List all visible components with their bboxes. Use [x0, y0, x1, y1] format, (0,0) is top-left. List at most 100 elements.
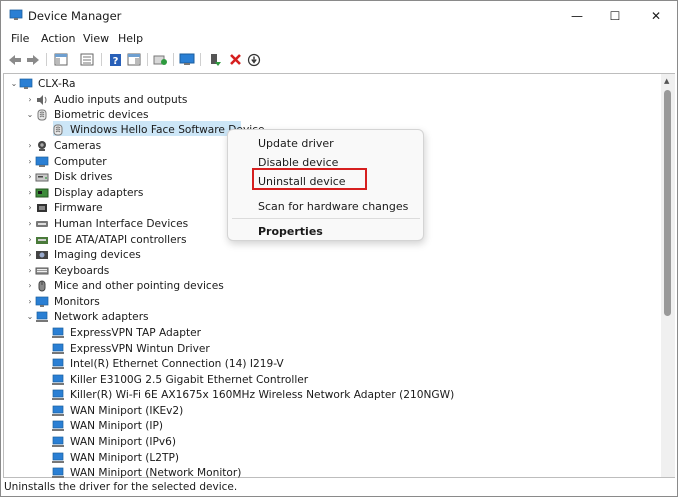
biometric-device-icon	[53, 124, 63, 136]
chevron-down-icon[interactable]: ⌄	[25, 312, 35, 321]
toolbar-separator	[46, 53, 47, 66]
action-pane-icon[interactable]	[126, 52, 142, 67]
toolbar-separator	[147, 53, 148, 66]
toolbar-separator	[101, 53, 102, 66]
update-driver-icon[interactable]	[179, 52, 195, 67]
status-bar: Uninstalls the driver for the selected d…	[1, 479, 677, 496]
toolbar: ?	[1, 50, 677, 70]
scan-hardware-icon[interactable]	[152, 52, 168, 67]
tree-category-node[interactable]: › Imaging devices	[25, 247, 141, 263]
menu-item-scan-hardware[interactable]: Scan for hardware changes	[258, 200, 408, 213]
tree-category-node[interactable]: › Disk drives	[25, 169, 112, 185]
tree-device-node[interactable]: WAN Miniport (IKEv2)	[41, 403, 183, 419]
tree-device-node[interactable]: ExpressVPN Wintun Driver	[41, 341, 210, 357]
tree-category-node[interactable]: › IDE ATA/ATAPI controllers	[25, 232, 186, 248]
tree-category-node[interactable]: › Keyboards	[25, 263, 109, 279]
forward-icon[interactable]	[25, 52, 41, 67]
uninstall-device-icon[interactable]	[227, 52, 243, 67]
window-title: Device Manager	[28, 9, 122, 23]
chevron-right-icon[interactable]: ›	[25, 95, 35, 104]
scroll-up-arrow-icon[interactable]: ▲	[664, 77, 669, 85]
show-hide-console-tree-icon[interactable]	[53, 52, 69, 67]
title-bar: Device Manager — ☐ ✕	[1, 1, 677, 31]
tree-device-node[interactable]: WAN Miniport (IP)	[41, 418, 163, 434]
tree-node-label: Human Interface Devices	[54, 217, 189, 230]
network-adapter-icon	[52, 405, 64, 416]
chevron-right-icon[interactable]: ›	[25, 297, 35, 306]
status-text: Uninstalls the driver for the selected d…	[4, 481, 238, 493]
chevron-right-icon[interactable]: ›	[25, 157, 35, 166]
tree-node-label: Keyboards	[54, 264, 110, 277]
network-adapter-icon	[52, 467, 64, 478]
properties-list-icon[interactable]	[79, 52, 95, 67]
network-icon	[36, 311, 48, 322]
tree-node-label: CLX-Ra	[38, 77, 76, 90]
tree-device-node[interactable]: Killer(R) Wi-Fi 6E AX1675x 160MHz Wirele…	[41, 387, 454, 403]
tree-node-label: WAN Miniport (L2TP)	[70, 451, 180, 464]
tree-device-node[interactable]: Killer E3100G 2.5 Gigabit Ethernet Contr…	[41, 372, 308, 388]
chevron-right-icon[interactable]: ›	[25, 203, 35, 212]
tree-device-node[interactable]: WAN Miniport (IPv6)	[41, 434, 176, 450]
chevron-right-icon[interactable]: ›	[25, 188, 35, 197]
menu-item-update-driver[interactable]: Update driver	[258, 137, 334, 150]
tree-category-node[interactable]: ⌄ Network adapters	[25, 309, 149, 325]
chevron-down-icon[interactable]: ⌄	[9, 79, 19, 88]
tree-category-node[interactable]: › Mice and other pointing devices	[25, 278, 224, 294]
tree-root-node[interactable]: ⌄ CLX-Ra	[9, 76, 76, 92]
tree-node-label: Cameras	[54, 139, 102, 152]
menu-item-properties[interactable]: Properties	[258, 225, 323, 238]
device-manager-icon	[9, 9, 23, 20]
tree-node-label: Audio inputs and outputs	[54, 93, 188, 106]
tree-node-label: Intel(R) Ethernet Connection (14) I219-V	[70, 357, 284, 370]
tree-category-node[interactable]: › Monitors	[25, 294, 99, 310]
tree-node-label: Biometric devices	[54, 108, 149, 121]
disable-device-icon[interactable]	[246, 52, 262, 67]
tree-category-node[interactable]: › Firmware	[25, 200, 102, 216]
chevron-right-icon[interactable]: ›	[25, 235, 35, 244]
chevron-right-icon[interactable]: ›	[25, 266, 35, 275]
tree-device-node[interactable]: WAN Miniport (L2TP)	[41, 450, 179, 466]
mouse-icon	[38, 280, 46, 292]
tree-node-label: Disk drives	[54, 170, 113, 183]
vertical-scrollbar[interactable]: ▲	[661, 74, 675, 477]
tree-device-node[interactable]: Intel(R) Ethernet Connection (14) I219-V	[41, 356, 284, 372]
tree-category-node[interactable]: › Display adapters	[25, 185, 143, 201]
menu-bar: File Action View Help	[1, 31, 677, 49]
chevron-right-icon[interactable]: ›	[25, 172, 35, 181]
tree-category-node[interactable]: › Computer	[25, 154, 106, 170]
tree-category-node[interactable]: › Audio inputs and outputs	[25, 92, 187, 108]
chevron-right-icon[interactable]: ›	[25, 219, 35, 228]
menu-help[interactable]: Help	[118, 32, 143, 45]
help-icon[interactable]: ?	[107, 52, 123, 67]
svg-text:?: ?	[112, 56, 118, 67]
tree-category-node[interactable]: › Cameras	[25, 138, 101, 154]
chevron-down-icon[interactable]: ⌄	[25, 110, 35, 119]
tree-device-node[interactable]: ExpressVPN TAP Adapter	[41, 325, 201, 341]
back-icon[interactable]	[7, 52, 23, 67]
network-adapter-icon	[52, 343, 64, 354]
network-adapter-icon	[52, 327, 64, 338]
tree-category-node[interactable]: › Human Interface Devices	[25, 216, 188, 232]
uninstall-highlight-box	[252, 168, 367, 190]
tree-node-label: Mice and other pointing devices	[54, 279, 224, 292]
computer-icon	[35, 156, 49, 167]
enable-device-icon[interactable]	[207, 52, 223, 67]
tree-category-node[interactable]: ⌄ Biometric devices	[25, 107, 149, 123]
chevron-right-icon[interactable]: ›	[25, 281, 35, 290]
imaging-icon	[36, 250, 48, 259]
menu-file[interactable]: File	[11, 32, 29, 45]
maximize-button[interactable]: ☐	[592, 1, 638, 31]
tree-node-label: WAN Miniport (IPv6)	[70, 435, 177, 448]
tree-node-label: ExpressVPN Wintun Driver	[70, 342, 210, 355]
camera-icon	[38, 140, 46, 151]
tree-node-label: Killer E3100G 2.5 Gigabit Ethernet Contr…	[70, 373, 309, 386]
tree-node-label: Imaging devices	[54, 248, 141, 261]
scrollbar-thumb[interactable]	[664, 90, 671, 316]
menu-view[interactable]: View	[83, 32, 109, 45]
menu-action[interactable]: Action	[41, 32, 75, 45]
audio-icon	[37, 94, 47, 105]
close-button[interactable]: ✕	[633, 1, 678, 31]
keyboard-icon	[35, 267, 49, 275]
chevron-right-icon[interactable]: ›	[25, 141, 35, 150]
chevron-right-icon[interactable]: ›	[25, 250, 35, 259]
